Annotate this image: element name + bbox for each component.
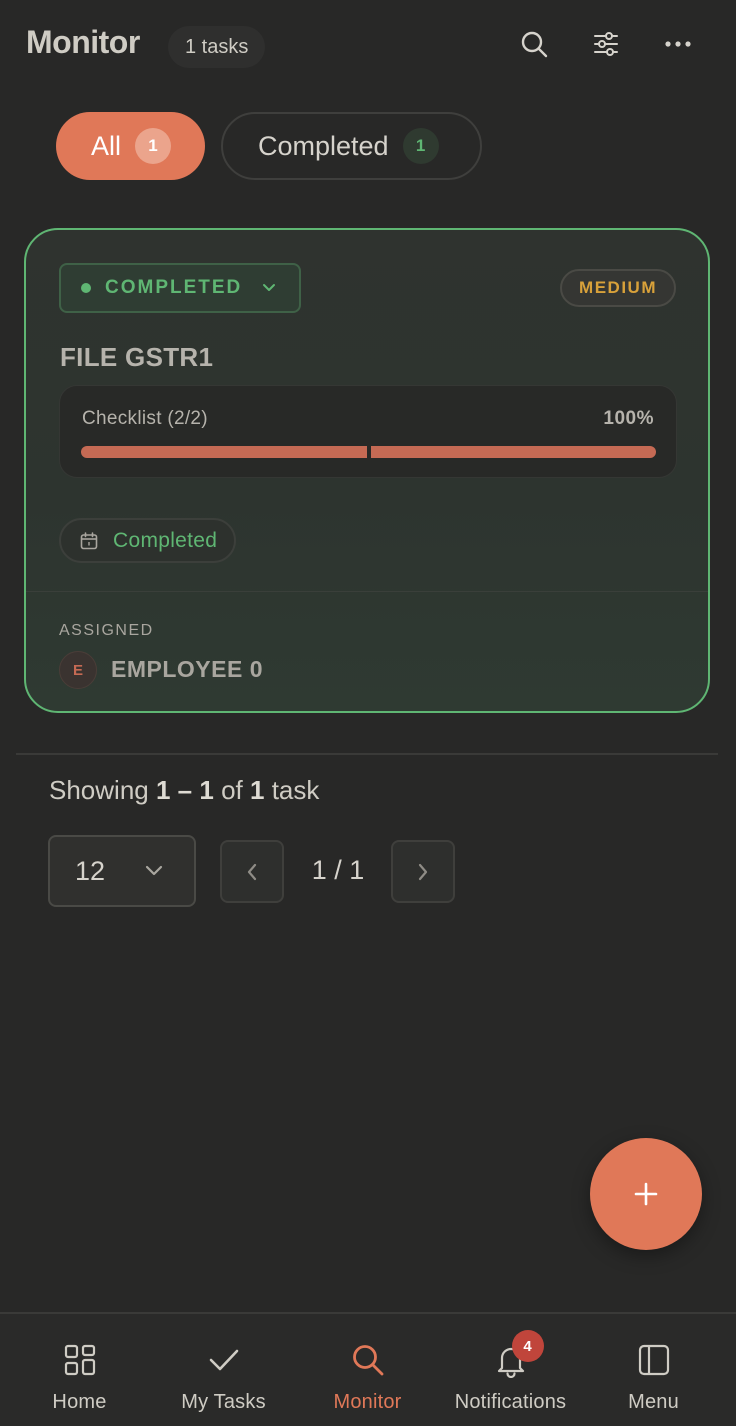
tab-all[interactable]: All 1 [56, 112, 205, 180]
filter-button[interactable] [584, 22, 628, 66]
due-date-label: Completed [113, 528, 218, 552]
filter-sliders-icon [594, 32, 618, 56]
card-divider [26, 591, 708, 592]
more-options-button[interactable] [656, 22, 700, 66]
notification-count-badge: 4 [511, 1330, 544, 1362]
nav-notifications-label: Notifications [454, 1391, 567, 1413]
check-icon [209, 1349, 238, 1371]
calendar-icon [80, 531, 98, 549]
chevron-down-icon [145, 865, 163, 876]
nav-monitor[interactable]: Monitor [294, 1314, 441, 1426]
nav-menu-label: Menu [628, 1391, 679, 1413]
search-button[interactable] [512, 22, 556, 66]
search-icon [352, 1345, 383, 1376]
plus-icon [634, 1182, 658, 1206]
tab-completed-label: Completed [258, 130, 389, 161]
sidebar-panel-icon [638, 1344, 669, 1376]
total-count: 1 [250, 775, 265, 805]
chevron-right-icon [418, 863, 428, 880]
range-dash: – [177, 775, 193, 805]
checklist-percent: 100% [603, 408, 654, 429]
task-title: FILE GSTR1 [60, 342, 214, 372]
progress-segment [81, 446, 367, 458]
status-label: COMPLETED [105, 277, 243, 298]
list-divider [16, 753, 718, 755]
tab-completed-count-badge: 1 [402, 128, 439, 164]
bottom-navigation: Home My Tasks Monitor 4 Notifications Me… [0, 1312, 736, 1426]
progress-segment [370, 446, 656, 458]
chevron-left-icon [247, 863, 257, 880]
showing-prefix: Showing [49, 775, 149, 805]
nav-menu[interactable]: Menu [580, 1314, 727, 1426]
nav-my-tasks-label: My Tasks [181, 1391, 266, 1413]
assigned-label: ASSIGNED [59, 622, 154, 639]
tab-all-label: All [91, 130, 122, 161]
nav-notifications[interactable]: 4 Notifications [437, 1314, 584, 1426]
avatar: E [59, 651, 97, 689]
pagination-summary: Showing 1 – 1 of 1 task [49, 775, 319, 806]
page-size-value: 12 [75, 855, 106, 886]
add-task-button[interactable] [590, 1138, 702, 1250]
page-title: Monitor [26, 24, 140, 60]
grid-icon [64, 1344, 95, 1376]
range-start: 1 [155, 775, 171, 805]
tab-completed[interactable]: Completed 1 [221, 112, 482, 180]
tab-all-count-badge: 1 [135, 128, 172, 164]
next-page-button[interactable] [391, 840, 455, 903]
range-end: 1 [199, 775, 214, 805]
status-dropdown[interactable]: COMPLETED [59, 263, 301, 313]
nav-home-label: Home [52, 1391, 107, 1413]
page-indicator: 1 / 1 [311, 855, 365, 885]
search-icon [521, 31, 548, 58]
previous-page-button[interactable] [220, 840, 284, 903]
nav-my-tasks[interactable]: My Tasks [150, 1314, 297, 1426]
unit-word: task [271, 775, 320, 805]
status-dot [81, 283, 91, 293]
task-card[interactable]: COMPLETED MEDIUM FILE GSTR1 Checklist (2… [24, 228, 710, 713]
checklist-progress-bar [81, 446, 656, 458]
chevron-down-icon [263, 284, 275, 291]
priority-badge: MEDIUM [560, 269, 676, 307]
page-size-select[interactable]: 12 [48, 835, 196, 907]
more-horizontal-icon [665, 41, 691, 47]
nav-home[interactable]: Home [6, 1314, 153, 1426]
task-count-chip: 1 tasks [168, 26, 266, 68]
nav-monitor-label: Monitor [333, 1391, 402, 1413]
checklist-label: Checklist (2/2) [82, 408, 208, 429]
checklist-progress: Checklist (2/2) 100% [59, 385, 677, 478]
of-word: of [221, 775, 243, 805]
top-header: Monitor 1 tasks [0, 0, 736, 90]
due-date-chip: Completed [59, 518, 237, 563]
assignee-name: EMPLOYEE 0 [111, 656, 263, 682]
